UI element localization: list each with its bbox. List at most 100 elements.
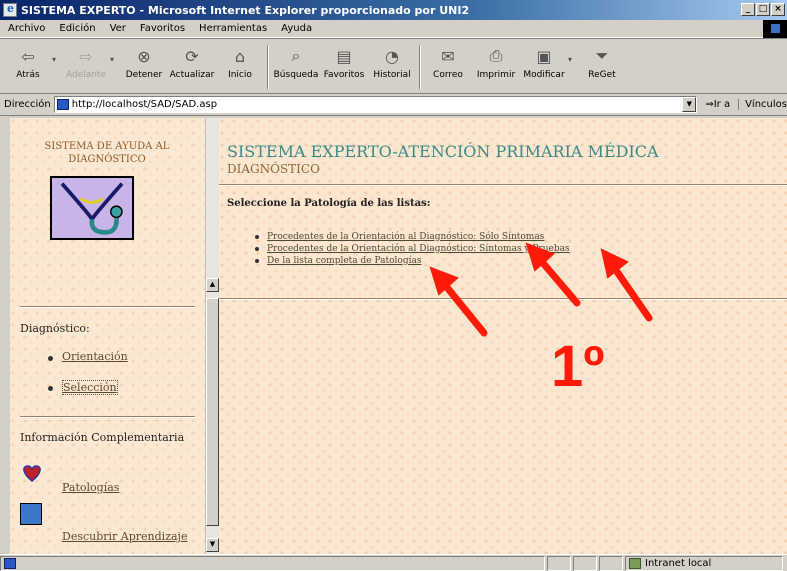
intranet-icon: [629, 557, 641, 569]
menu-edicion[interactable]: Edición: [59, 23, 95, 34]
main-title: SISTEMA EXPERTO-ATENCIÓN PRIMARIA MÉDICA: [227, 142, 659, 161]
divider: [20, 416, 195, 418]
edit-icon: ▣: [536, 46, 552, 66]
divider: [219, 298, 787, 300]
instruction-text: Seleccione la Patología de las listas:: [227, 198, 431, 209]
home-icon: ⌂: [234, 46, 246, 66]
window-titlebar: SISTEMA EXPERTO - Microsoft Internet Exp…: [0, 0, 787, 20]
arrow-3: [607, 259, 653, 322]
divider: [20, 306, 195, 308]
funnel-icon: ⏷: [595, 46, 609, 65]
status-bar: Intranet local: [0, 554, 787, 571]
status-segment: [573, 555, 597, 571]
menu-bar: Archivo Edición Ver Favoritos Herramient…: [0, 20, 787, 38]
section-diagnostico: Diagnóstico:: [20, 322, 90, 335]
scroll-down-arrow[interactable]: ▼: [206, 538, 219, 552]
forward-dropdown[interactable]: ▾: [110, 43, 120, 64]
history-icon: ◔: [385, 46, 399, 66]
link-seleccion[interactable]: Selección: [62, 380, 118, 395]
book-icon: [20, 503, 42, 525]
minimize-button[interactable]: _: [741, 3, 755, 16]
home-button[interactable]: ⌂ Inicio: [216, 43, 264, 93]
back-dropdown[interactable]: ▾: [52, 43, 62, 64]
address-bar: Dirección http://localhost/SAD/SAD.asp ▼…: [0, 94, 787, 116]
back-arrow-icon: ⇦: [21, 46, 35, 66]
stop-icon: ⊗: [137, 46, 151, 66]
close-button[interactable]: ×: [771, 3, 785, 16]
address-dropdown[interactable]: ▼: [682, 97, 697, 112]
list-item: Procedentes de la Orientación al Diagnós…: [255, 231, 570, 243]
status-text: [0, 555, 545, 571]
link-orientacion[interactable]: Orientación: [62, 350, 128, 363]
standard-toolbar: ⇦ Atrás ▾ ⇨ Adelante ▾ ⊗ Detener ⟳ Actualiza…: [0, 38, 787, 94]
window-controls: _ □ ×: [741, 3, 785, 16]
security-zone: Intranet local: [625, 555, 783, 571]
page-icon: [56, 99, 69, 110]
mail-button[interactable]: ✉ Correo: [424, 43, 472, 93]
windows-logo-icon: [763, 20, 787, 38]
page-icon: [4, 557, 16, 569]
divider: [219, 184, 787, 186]
stop-button[interactable]: ⊗ Detener: [120, 43, 168, 93]
link-patologias[interactable]: Patologías: [62, 481, 119, 494]
section-info-complementaria: Información Complementaria: [20, 431, 185, 444]
main-subtitle: DIAGNÓSTICO: [227, 162, 320, 176]
address-label: Dirección: [4, 99, 51, 110]
left-title: SISTEMA DE AYUDA AL DIAGNÓSTICO: [44, 141, 170, 165]
toolbar-separator: [419, 45, 421, 89]
favorites-icon: ▤: [336, 46, 352, 66]
menu-ayuda[interactable]: Ayuda: [281, 23, 312, 34]
menu-herramientas[interactable]: Herramientas: [199, 23, 267, 34]
bullet: [48, 386, 53, 391]
address-url: http://localhost/SAD/SAD.asp: [71, 99, 218, 110]
left-frame: SISTEMA DE AYUDA AL DIAGNÓSTICO Diagnóst…: [10, 118, 205, 554]
arrow-3-head: [600, 248, 629, 279]
annotation-label: 1º: [551, 334, 605, 399]
print-button[interactable]: ⎙ Imprimir: [472, 43, 520, 93]
list-item: Procedentes de la Orientación al Diagnós…: [255, 243, 570, 255]
favorites-button[interactable]: ▤ Favoritos: [320, 43, 368, 93]
window-title: SISTEMA EXPERTO - Microsoft Internet Exp…: [21, 3, 470, 17]
page-content: SISTEMA DE AYUDA AL DIAGNÓSTICO Diagnóst…: [10, 118, 787, 554]
heart-icon: [23, 465, 41, 482]
search-icon: ⌕: [291, 46, 301, 65]
back-button[interactable]: ⇦ Atrás: [4, 43, 52, 93]
address-input[interactable]: http://localhost/SAD/SAD.asp ▼: [53, 96, 698, 113]
bullet: [255, 259, 259, 263]
main-frame: SISTEMA EXPERTO-ATENCIÓN PRIMARIA MÉDICA…: [219, 118, 787, 554]
toolbar-separator: [267, 45, 269, 89]
link-lista-completa[interactable]: De la lista completa de Patologías: [267, 256, 421, 266]
arrow-1-head: [429, 266, 459, 296]
menu-archivo[interactable]: Archivo: [8, 23, 45, 34]
maximize-button[interactable]: □: [756, 3, 770, 16]
menu-ver[interactable]: Ver: [110, 23, 126, 34]
status-segment: [599, 555, 623, 571]
scroll-up-arrow[interactable]: ▲: [206, 278, 219, 292]
list-item: De la lista completa de Patologías: [255, 255, 570, 267]
stethoscope-logo-icon: [50, 176, 134, 240]
edit-button[interactable]: ▣ Modificar: [520, 43, 568, 93]
stethoscope-icon: [60, 182, 124, 235]
link-descubrir-aprendizaje[interactable]: Descubrir Aprendizaje: [62, 530, 187, 543]
go-button[interactable]: ⇒Ir a: [705, 99, 730, 110]
forward-arrow-icon: ⇨: [79, 46, 93, 66]
refresh-button[interactable]: ⟳ Actualizar: [168, 43, 216, 93]
bullet: [48, 356, 53, 361]
mail-icon: ✉: [441, 46, 455, 66]
history-button[interactable]: ◔ Historial: [368, 43, 416, 93]
link-solo-sintomas[interactable]: Procedentes de la Orientación al Diagnós…: [267, 232, 544, 242]
print-icon: ⎙: [489, 46, 503, 65]
edit-dropdown[interactable]: ▾: [568, 43, 578, 64]
search-button[interactable]: ⌕ Búsqueda: [272, 43, 320, 93]
bullet: [255, 235, 259, 239]
reget-button[interactable]: ⏷ ReGet: [578, 43, 626, 93]
arrow-1: [437, 276, 488, 337]
links-button[interactable]: Vínculos: [738, 99, 787, 110]
pathology-list: Procedentes de la Orientación al Diagnós…: [255, 231, 570, 267]
scroll-thumb[interactable]: [206, 298, 219, 526]
menu-favoritos[interactable]: Favoritos: [140, 23, 185, 34]
link-sintomas-pruebas[interactable]: Procedentes de la Orientación al Diagnós…: [267, 244, 570, 254]
left-frame-scrollbar[interactable]: ▲ ▼: [205, 118, 219, 554]
forward-button[interactable]: ⇨ Adelante: [62, 43, 110, 93]
ie-icon: [3, 2, 17, 17]
